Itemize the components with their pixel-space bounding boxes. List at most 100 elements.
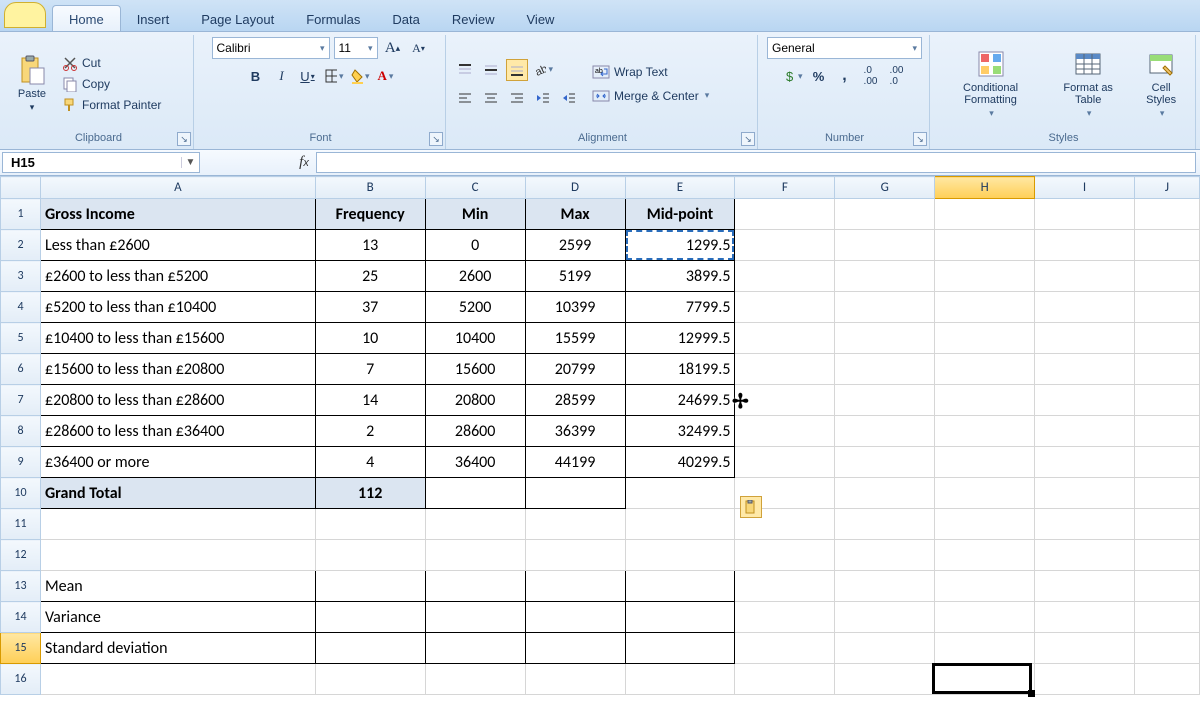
worksheet-grid[interactable]: A B C D E F G H I J 1Gross IncomeFrequen… [0, 176, 1200, 695]
cell[interactable] [935, 478, 1035, 509]
cell[interactable] [935, 664, 1035, 695]
select-all-corner[interactable] [1, 177, 41, 199]
tab-insert[interactable]: Insert [121, 6, 186, 31]
cell-E10[interactable] [625, 478, 735, 509]
bold-button[interactable]: B [245, 65, 267, 87]
cell[interactable] [735, 602, 835, 633]
cell[interactable] [1134, 664, 1199, 695]
cell-C15[interactable] [425, 633, 525, 664]
cell-D3[interactable]: 5199 [525, 261, 625, 292]
cell-D4[interactable]: 10399 [525, 292, 625, 323]
cell[interactable] [835, 478, 935, 509]
wrap-text-button[interactable]: ab Wrap Text [590, 63, 711, 81]
paste-button[interactable]: Paste ▾ [10, 52, 54, 115]
cell-A8[interactable]: £28600 to less than £36400 [40, 416, 315, 447]
cell[interactable] [1035, 354, 1135, 385]
cell[interactable] [835, 602, 935, 633]
cell[interactable] [1035, 323, 1135, 354]
cell[interactable] [1134, 447, 1199, 478]
tab-formulas[interactable]: Formulas [290, 6, 376, 31]
cell-B9[interactable]: 4 [315, 447, 425, 478]
cell[interactable] [835, 447, 935, 478]
name-box-dropdown[interactable]: ▼ [181, 157, 199, 168]
col-header-E[interactable]: E [625, 177, 735, 199]
cell-A4[interactable]: £5200 to less than £10400 [40, 292, 315, 323]
align-bottom-button[interactable] [506, 59, 528, 81]
decrease-indent-button[interactable] [532, 87, 554, 109]
align-left-button[interactable] [454, 87, 476, 109]
cell-B8[interactable]: 2 [315, 416, 425, 447]
cell[interactable] [835, 199, 935, 230]
tab-data[interactable]: Data [376, 6, 435, 31]
cell-A13[interactable]: Mean [40, 571, 315, 602]
cell[interactable] [935, 509, 1035, 540]
cell[interactable] [935, 571, 1035, 602]
cell[interactable] [835, 540, 935, 571]
cell[interactable] [935, 323, 1035, 354]
cell-D6[interactable]: 20799 [525, 354, 625, 385]
cell-E13[interactable] [625, 571, 735, 602]
format-painter-button[interactable]: Format Painter [60, 96, 163, 114]
row-header-11[interactable]: 11 [1, 509, 41, 540]
cell-A9[interactable]: £36400 or more [40, 447, 315, 478]
cell[interactable] [735, 571, 835, 602]
cell[interactable] [625, 509, 735, 540]
cell[interactable] [935, 354, 1035, 385]
conditional-formatting-button[interactable]: Conditional Formatting [938, 46, 1043, 121]
underline-button[interactable]: U▾ [297, 65, 319, 87]
cell[interactable] [425, 540, 525, 571]
cell[interactable] [935, 416, 1035, 447]
cell[interactable] [425, 664, 525, 695]
cell[interactable] [425, 509, 525, 540]
cell[interactable] [735, 354, 835, 385]
cell-styles-button[interactable]: Cell Styles [1133, 46, 1189, 121]
cell[interactable] [1134, 323, 1199, 354]
cell-B15[interactable] [315, 633, 425, 664]
cell-C2[interactable]: 0 [425, 230, 525, 261]
cell[interactable] [835, 323, 935, 354]
cell-B13[interactable] [315, 571, 425, 602]
cell[interactable] [835, 230, 935, 261]
cell-A2[interactable]: Less than £2600 [40, 230, 315, 261]
fx-icon[interactable]: fx [292, 154, 316, 171]
percent-button[interactable]: % [808, 65, 830, 87]
cell[interactable] [735, 540, 835, 571]
cell[interactable] [735, 230, 835, 261]
row-header-15[interactable]: 15 [1, 633, 41, 664]
row-header-5[interactable]: 5 [1, 323, 41, 354]
col-header-B[interactable]: B [315, 177, 425, 199]
cell[interactable] [1134, 602, 1199, 633]
cell[interactable] [835, 509, 935, 540]
cell-A7[interactable]: £20800 to less than £28600 [40, 385, 315, 416]
cell-B7[interactable]: 14 [315, 385, 425, 416]
align-right-button[interactable] [506, 87, 528, 109]
font-dialog-launcher[interactable]: ↘ [429, 132, 443, 146]
cell[interactable] [1035, 416, 1135, 447]
cell[interactable] [835, 571, 935, 602]
align-center-button[interactable] [480, 87, 502, 109]
cell-B10[interactable]: 112 [315, 478, 425, 509]
name-box[interactable]: H15 ▼ [2, 152, 200, 173]
accounting-format-button[interactable]: $ [782, 65, 804, 87]
cell[interactable] [1134, 261, 1199, 292]
merge-center-button[interactable]: Merge & Center [590, 87, 711, 105]
cell-A14[interactable]: Variance [40, 602, 315, 633]
row-header-2[interactable]: 2 [1, 230, 41, 261]
cell-C1[interactable]: Min [425, 199, 525, 230]
cell[interactable] [935, 292, 1035, 323]
cell[interactable] [1035, 540, 1135, 571]
row-header-16[interactable]: 16 [1, 664, 41, 695]
cell-E7[interactable]: 24699.5 [625, 385, 735, 416]
cell[interactable] [525, 509, 625, 540]
cell-E8[interactable]: 32499.5 [625, 416, 735, 447]
cell-B4[interactable]: 37 [315, 292, 425, 323]
italic-button[interactable]: I [271, 65, 293, 87]
cell[interactable] [835, 664, 935, 695]
cell[interactable] [525, 540, 625, 571]
font-size-combo[interactable]: 11▾ [334, 37, 378, 59]
cell[interactable] [1134, 292, 1199, 323]
cell-E14[interactable] [625, 602, 735, 633]
borders-button[interactable] [323, 65, 345, 87]
cell[interactable] [835, 416, 935, 447]
office-button[interactable] [4, 2, 46, 28]
